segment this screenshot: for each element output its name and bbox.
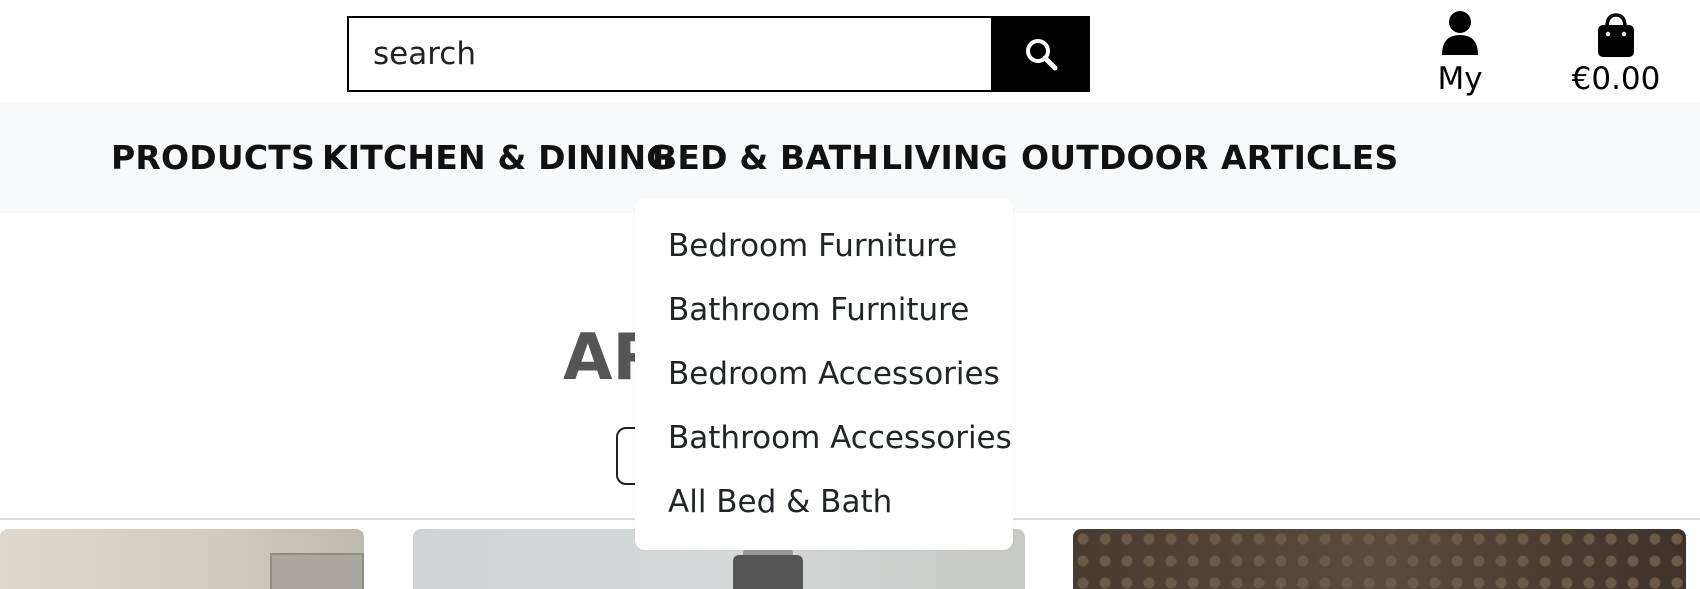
nav-bed-bath[interactable]: BED & BATH xyxy=(652,136,879,180)
shopping-bag-icon xyxy=(1598,13,1634,57)
user-icon xyxy=(1442,11,1478,55)
dropdown-item-bathroom-furniture[interactable]: Bathroom Furniture xyxy=(668,290,969,330)
image-detail xyxy=(733,555,803,589)
article-card-image-3[interactable] xyxy=(1073,529,1686,589)
nav-outdoor[interactable]: OUTDOOR xyxy=(1021,136,1209,180)
dropdown-item-bedroom-furniture[interactable]: Bedroom Furniture xyxy=(668,226,957,266)
search-button[interactable] xyxy=(991,16,1090,92)
nav-products[interactable]: PRODUCTS xyxy=(111,136,315,180)
search-input[interactable] xyxy=(347,16,991,92)
dropdown-item-all-bed-bath[interactable]: All Bed & Bath xyxy=(668,482,892,522)
nav-kitchen-dining[interactable]: KITCHEN & DINING xyxy=(322,136,674,180)
search-form xyxy=(347,16,1090,92)
dropdown-item-bathroom-accessories[interactable]: Bathroom Accessories xyxy=(668,418,1012,458)
search-icon xyxy=(1025,39,1057,71)
image-detail xyxy=(270,553,364,589)
main-navigation: PRODUCTS KITCHEN & DINING BED & BATH LIV… xyxy=(0,103,1700,213)
nav-articles[interactable]: ARTICLES xyxy=(1221,136,1398,180)
nav-living[interactable]: LIVING xyxy=(881,136,1008,180)
cart-total: €0.00 xyxy=(1571,61,1661,97)
article-card-image-1[interactable] xyxy=(0,529,364,589)
dropdown-item-bedroom-accessories[interactable]: Bedroom Accessories xyxy=(668,354,1000,394)
bed-bath-dropdown-menu: Bedroom Furniture Bathroom Furniture Bed… xyxy=(635,198,1013,550)
cart-link[interactable]: €0.00 xyxy=(1560,6,1672,99)
